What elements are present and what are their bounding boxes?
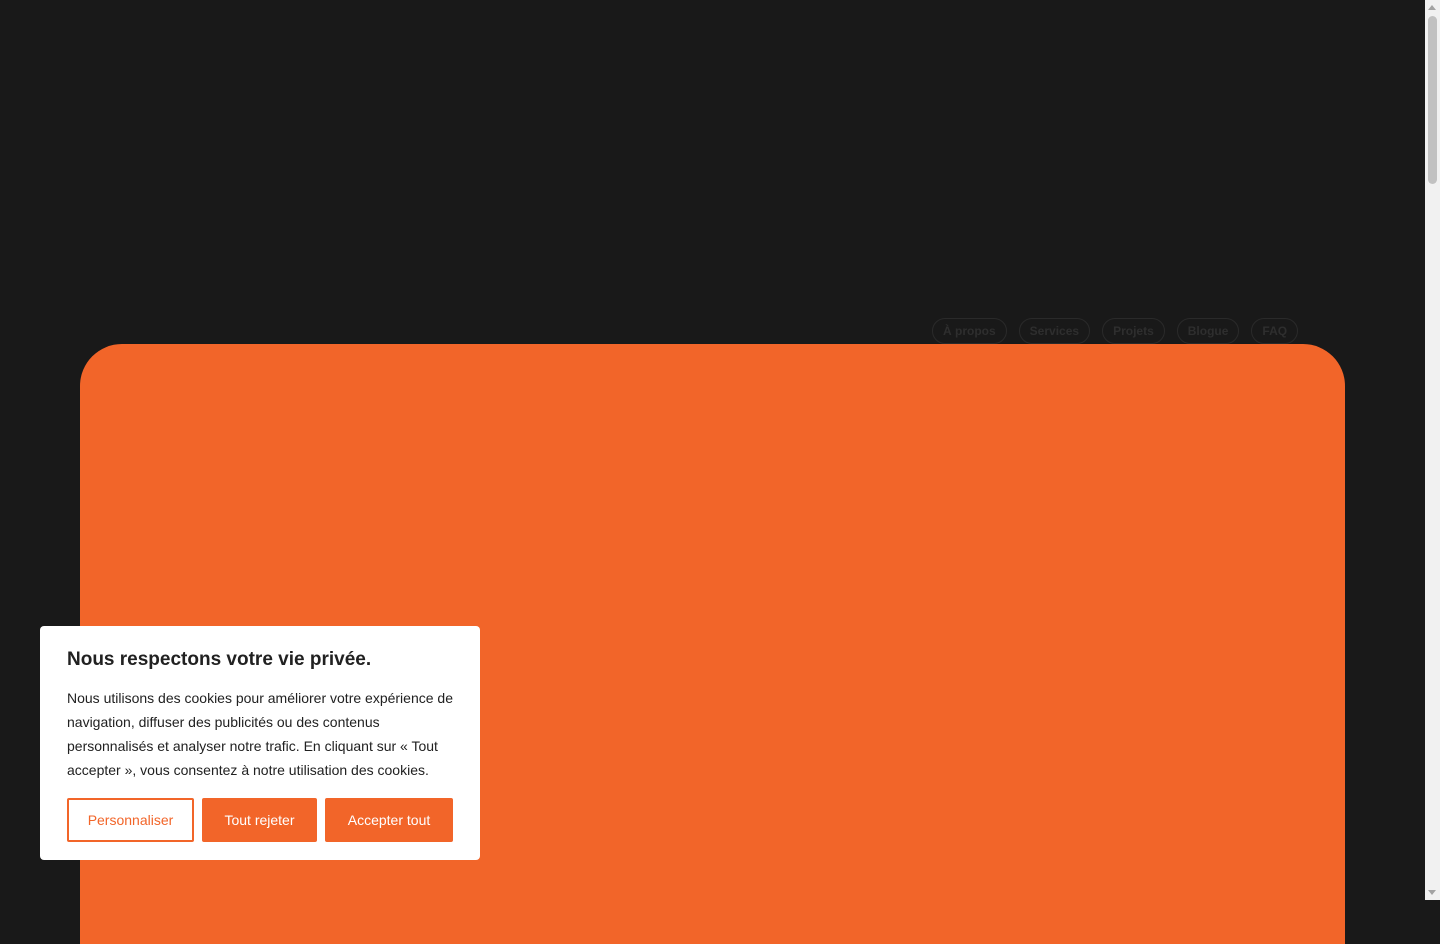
nav-item-services[interactable]: Services [1018, 318, 1091, 344]
reject-all-button[interactable]: Tout rejeter [202, 798, 317, 842]
cookie-banner-text: Nous utilisons des cookies pour améliore… [67, 690, 453, 778]
cookie-banner-buttons: Personnaliser Tout rejeter Accepter tout [67, 798, 453, 842]
nav-item-faq[interactable]: FAQ [1251, 318, 1299, 344]
main-nav: À propos Services Projets Blogue FAQ [932, 318, 1299, 344]
customize-button[interactable]: Personnaliser [67, 798, 194, 842]
logo[interactable] [96, 306, 376, 346]
nav-item-projets[interactable]: Projets [1102, 318, 1165, 344]
nav-item-blogue[interactable]: Blogue [1176, 318, 1240, 344]
scroll-thumb[interactable] [1428, 16, 1437, 184]
accept-all-button[interactable]: Accepter tout [325, 798, 453, 842]
scroll-down-arrow-icon[interactable] [1428, 890, 1436, 895]
vertical-scrollbar[interactable] [1425, 0, 1440, 900]
scroll-up-arrow-icon[interactable] [1428, 5, 1436, 10]
cookie-consent-banner: Nous respectons votre vie privée. Nous u… [40, 626, 480, 860]
nav-item-a-propos[interactable]: À propos [932, 318, 1007, 344]
cookie-banner-title: Nous respectons votre vie privée. [67, 649, 372, 670]
